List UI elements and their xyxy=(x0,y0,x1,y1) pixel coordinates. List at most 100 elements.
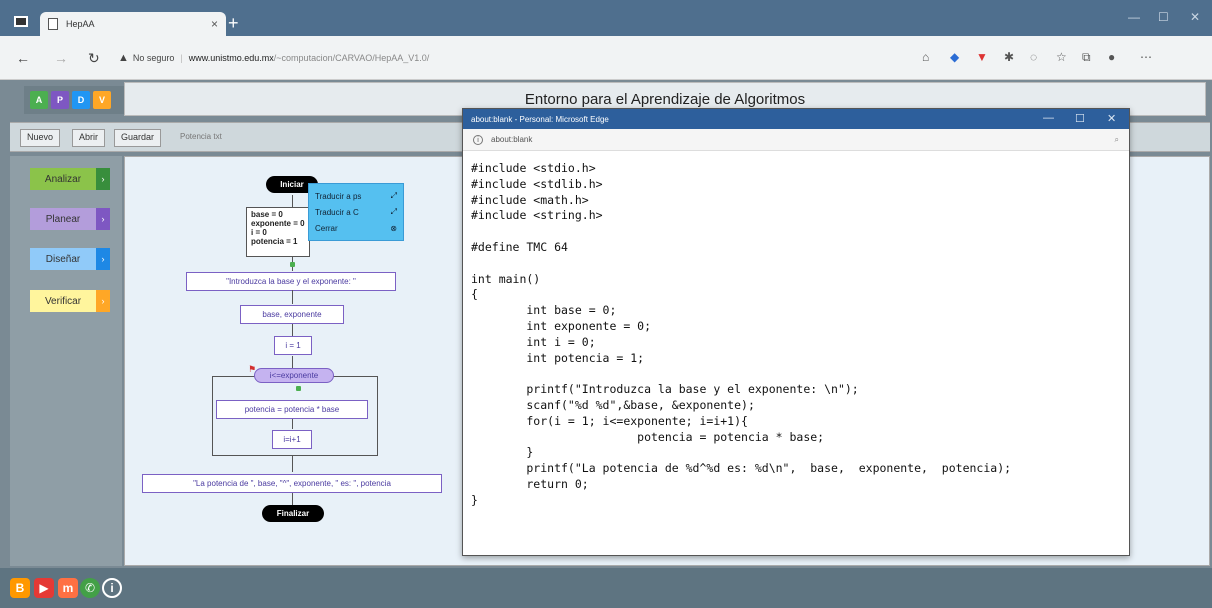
zoom-icon[interactable]: ⌕ xyxy=(1115,135,1119,145)
sidebar-item-label: Verificar xyxy=(30,290,96,312)
favorites-icon[interactable]: ☆ xyxy=(1056,50,1067,64)
connector xyxy=(292,419,293,429)
init-line: potencia = 1 xyxy=(251,237,298,246)
sidebar-item-label: Planear xyxy=(30,208,96,230)
moodle-icon[interactable]: m xyxy=(58,578,78,598)
youtube-icon[interactable]: ▶ xyxy=(34,578,54,598)
collections-icon[interactable]: ⧉ xyxy=(1082,50,1091,65)
logo-tile: D xyxy=(72,91,90,109)
popup-url: about:blank xyxy=(491,135,533,144)
maximize-icon[interactable]: ☐ xyxy=(1075,112,1085,125)
connector xyxy=(292,290,293,304)
forward-icon[interactable]: → xyxy=(54,50,68,66)
connector xyxy=(292,195,293,207)
extension-icon[interactable]: ◆ xyxy=(950,50,959,64)
logo-tile: A xyxy=(30,91,48,109)
app-logo: A P D V xyxy=(24,86,124,114)
warning-icon: ▲ xyxy=(118,52,129,64)
url-path: /~computacion/CARVAO/HepAA_V1.0/ xyxy=(273,53,430,63)
increment-block[interactable]: i=i+1 xyxy=(272,430,312,449)
code-content: #include <stdio.h> #include <stdlib.h> #… xyxy=(471,161,1012,507)
connector xyxy=(292,324,293,336)
sidebar: Analizar › Planear › Diseñar › Verificar… xyxy=(10,156,122,566)
menu-item-label: Cerrar xyxy=(315,223,338,233)
url-separator: | xyxy=(180,53,183,63)
logo-tile: V xyxy=(93,91,111,109)
info-icon: i xyxy=(473,134,483,145)
init-line: exponente = 0 xyxy=(251,219,305,228)
menu-item-label: Traducir a ps xyxy=(315,191,362,201)
extension-icon[interactable]: ▼ xyxy=(976,50,988,64)
menu-item-translate-c[interactable]: Traducir a C ⤢ xyxy=(315,204,397,220)
maximize-icon[interactable]: ☐ xyxy=(1158,10,1169,24)
new-button[interactable]: Nuevo xyxy=(20,129,61,147)
menu-item-label: Traducir a C xyxy=(315,207,359,217)
sidebar-item-analizar[interactable]: Analizar › xyxy=(30,168,110,190)
sidebar-item-label: Analizar xyxy=(30,168,96,190)
popup-titlebar[interactable]: about:blank - Personal: Microsoft Edge —… xyxy=(463,109,1129,129)
logo-tile: P xyxy=(51,91,69,109)
tab-title: HepAA xyxy=(66,19,95,29)
loop-condition[interactable]: i<=exponente xyxy=(254,368,334,383)
address-bar: ← → ↻ ▲ No seguro | www.unistmo.edu.mx /… xyxy=(0,36,1212,80)
blogger-icon[interactable]: B xyxy=(10,578,30,598)
minimize-icon[interactable]: — xyxy=(1128,10,1140,24)
close-circle-icon: ⊗ xyxy=(390,223,397,233)
chevron-right-icon: › xyxy=(96,290,110,312)
output-block[interactable]: "La potencia de ", base, "^", exponente,… xyxy=(142,474,442,493)
refresh-icon[interactable]: ↻ xyxy=(88,50,100,67)
menu-item-close[interactable]: Cerrar ⊗ xyxy=(315,220,397,236)
assign-block[interactable]: i = 1 xyxy=(274,336,312,355)
connector-handle[interactable] xyxy=(296,386,301,391)
info-icon[interactable]: i xyxy=(102,578,122,598)
connector xyxy=(292,456,293,472)
save-button[interactable]: Guardar xyxy=(114,129,162,147)
whatsapp-icon[interactable]: ✆ xyxy=(80,578,100,598)
close-icon[interactable]: ✕ xyxy=(1107,112,1116,125)
chevron-right-icon: › xyxy=(96,208,110,230)
close-window-icon[interactable]: ✕ xyxy=(1190,10,1200,24)
security-label: No seguro xyxy=(132,53,175,63)
flag-icon: ⚑ xyxy=(248,364,257,374)
init-line: i = 0 xyxy=(251,228,267,237)
extension-icon[interactable]: ✱ xyxy=(1004,50,1014,64)
loop-body-block[interactable]: potencia = potencia * base xyxy=(216,400,368,419)
context-menu: Traducir a ps ⤢ Traducir a C ⤢ Cerrar ⊗ xyxy=(308,183,404,241)
end-node[interactable]: Finalizar xyxy=(262,505,324,522)
link-icon: ⤢ xyxy=(390,207,397,216)
profile-icon[interactable]: ● xyxy=(1108,50,1115,64)
tab-actions-icon[interactable] xyxy=(14,16,28,27)
footer: B ▶ m ✆ i xyxy=(0,568,1212,608)
close-tab-icon[interactable]: × xyxy=(211,17,218,31)
open-button[interactable]: Abrir xyxy=(72,129,106,147)
chevron-right-icon: › xyxy=(96,248,110,270)
connector-handle[interactable] xyxy=(290,262,295,267)
code-popup-window: about:blank - Personal: Microsoft Edge —… xyxy=(462,108,1130,556)
connector xyxy=(292,356,293,368)
new-tab-button[interactable]: + xyxy=(228,14,239,32)
chevron-right-icon: › xyxy=(96,168,110,190)
link-icon: ⤢ xyxy=(390,191,397,200)
read-aloud-icon[interactable]: ⌂ xyxy=(922,50,929,64)
popup-title: about:blank - Personal: Microsoft Edge xyxy=(471,114,609,124)
sidebar-item-planear[interactable]: Planear › xyxy=(30,208,110,230)
browser-tab[interactable]: HepAA × xyxy=(40,12,226,36)
file-name: Potencia txt xyxy=(180,132,222,141)
refresh-ext-icon[interactable]: ◌ xyxy=(1030,50,1037,64)
back-icon[interactable]: ← xyxy=(16,50,30,66)
input-block[interactable]: base, exponente xyxy=(240,305,344,324)
url-domain: www.unistmo.edu.mx xyxy=(188,53,274,63)
more-icon[interactable]: ⋯ xyxy=(1140,50,1152,64)
init-line: base = 0 xyxy=(251,210,283,219)
output-block[interactable]: "Introduzca la base y el exponente: " xyxy=(186,272,396,291)
url-field[interactable]: ▲ No seguro | www.unistmo.edu.mx /~compu… xyxy=(118,46,908,70)
sidebar-item-verificar[interactable]: Verificar › xyxy=(30,290,110,312)
popup-address-bar[interactable]: i about:blank ⌕ xyxy=(463,129,1129,151)
sidebar-item-disenar[interactable]: Diseñar › xyxy=(30,248,110,270)
browser-tabstrip: HepAA × + — ☐ ✕ xyxy=(0,0,1212,36)
connector xyxy=(292,493,293,505)
menu-item-translate-ps[interactable]: Traducir a ps ⤢ xyxy=(315,188,397,204)
minimize-icon[interactable]: — xyxy=(1043,112,1054,124)
init-block[interactable]: base = 0 exponente = 0 i = 0 potencia = … xyxy=(246,207,310,257)
sidebar-item-label: Diseñar xyxy=(30,248,96,270)
